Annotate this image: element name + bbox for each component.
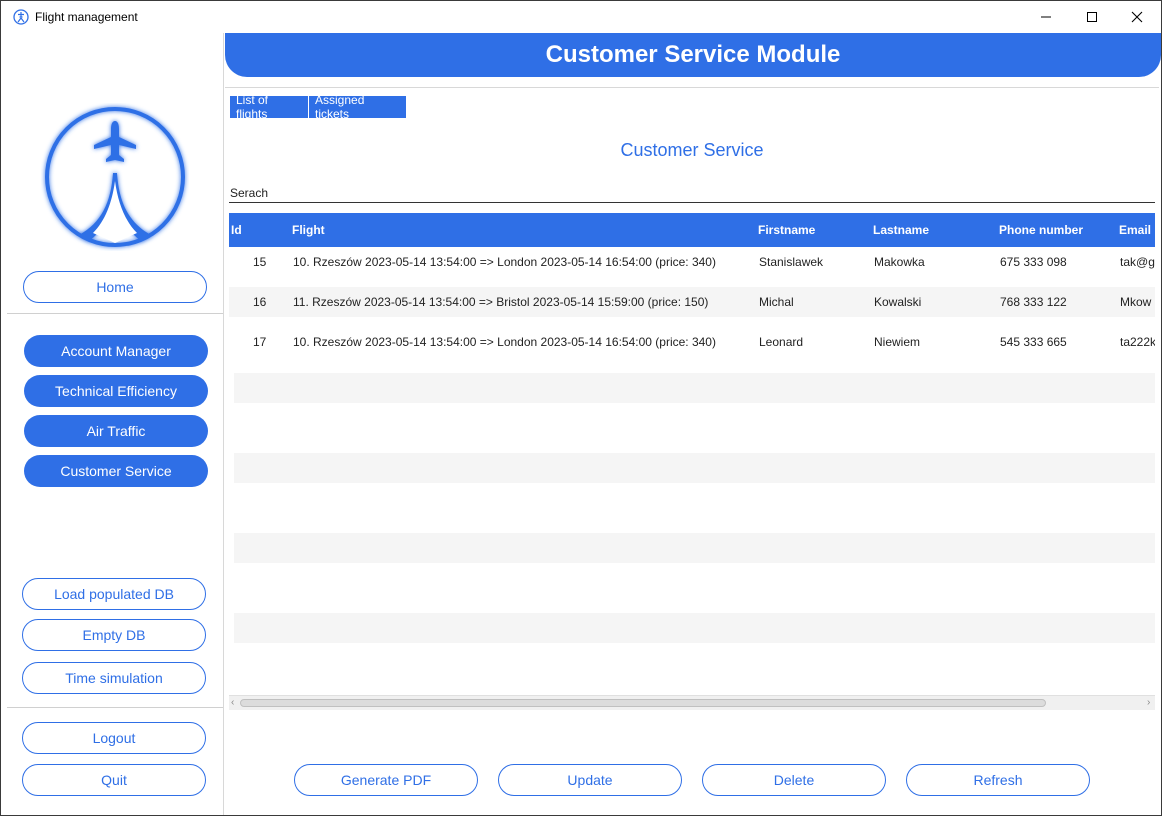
column-header-flight[interactable]: Flight [292, 223, 325, 237]
cell-phone: 545 333 665 [1000, 335, 1067, 349]
page-title: Customer Service Module [545, 41, 841, 68]
table-row[interactable]: 17 10. Rzeszów 2023-05-14 13:54:00 => Lo… [229, 327, 1155, 357]
empty-row-stripe [234, 373, 1155, 403]
search-underline [229, 202, 1155, 203]
cell-id: 17 [253, 335, 267, 349]
page-header: Customer Service Module [225, 33, 1161, 77]
tab-list-of-flights[interactable]: List of flights [230, 93, 308, 121]
update-button[interactable]: Update [498, 764, 682, 796]
scroll-right-icon[interactable]: › [1147, 696, 1150, 710]
cell-email: tak@g [1120, 255, 1155, 269]
cell-lastname: Niewiem [874, 335, 921, 349]
minimize-icon [1041, 16, 1051, 18]
sidebar: Home Account Manager Technical Efficienc… [1, 33, 224, 815]
refresh-button[interactable]: Refresh [906, 764, 1090, 796]
maximize-button[interactable] [1069, 1, 1115, 33]
table-header: Id Flight Firstname Lastname Phone numbe… [229, 213, 1155, 247]
column-header-phone[interactable]: Phone number [999, 223, 1083, 237]
quit-button[interactable]: Quit [22, 764, 206, 796]
cell-phone: 768 333 122 [1000, 295, 1067, 309]
home-button[interactable]: Home [23, 271, 207, 303]
table-body: 15 10. Rzeszów 2023-05-14 13:54:00 => Lo… [229, 247, 1155, 695]
technical-efficiency-button[interactable]: Technical Efficiency [24, 375, 208, 407]
sidebar-divider [7, 313, 223, 314]
app-window: Flight management Home Account Manager T… [0, 0, 1162, 816]
cell-firstname: Michal [759, 295, 794, 309]
cell-email: Mkow [1120, 295, 1152, 309]
window-title: Flight management [35, 10, 138, 24]
cell-lastname: Kowalski [874, 295, 922, 309]
column-header-firstname[interactable]: Firstname [758, 223, 815, 237]
close-button[interactable] [1114, 1, 1160, 33]
load-populated-db-button[interactable]: Load populated DB [22, 578, 206, 610]
cell-firstname: Leonard [759, 335, 804, 349]
cell-phone: 675 333 098 [1000, 255, 1067, 269]
cell-email: ta222k [1120, 335, 1155, 349]
generate-pdf-button[interactable]: Generate PDF [294, 764, 478, 796]
cell-flight: 10. Rzeszów 2023-05-14 13:54:00 => Londo… [293, 335, 716, 349]
scrollbar-thumb[interactable] [240, 699, 1046, 707]
empty-row-stripe [234, 453, 1155, 483]
cell-lastname: Makowka [874, 255, 925, 269]
maximize-icon [1087, 12, 1097, 22]
empty-row-stripe [234, 533, 1155, 563]
table-row[interactable]: 15 10. Rzeszów 2023-05-14 13:54:00 => Lo… [229, 247, 1155, 277]
sidebar-divider [7, 707, 223, 708]
horizontal-scrollbar[interactable]: ‹ › [229, 695, 1155, 710]
cell-flight: 11. Rzeszów 2023-05-14 13:54:00 => Brist… [293, 295, 709, 309]
account-manager-button[interactable]: Account Manager [24, 335, 208, 367]
cell-flight: 10. Rzeszów 2023-05-14 13:54:00 => Londo… [293, 255, 716, 269]
column-header-id[interactable]: Id [231, 223, 242, 237]
column-header-lastname[interactable]: Lastname [873, 223, 929, 237]
delete-button[interactable]: Delete [702, 764, 886, 796]
scroll-left-icon[interactable]: ‹ [231, 696, 234, 710]
minimize-button[interactable] [1023, 1, 1069, 33]
close-icon [1131, 11, 1143, 23]
cell-firstname: Stanislawek [759, 255, 824, 269]
air-traffic-button[interactable]: Air Traffic [24, 415, 208, 447]
tab-assigned-tickets[interactable]: Assigned tickets [309, 93, 406, 121]
empty-db-button[interactable]: Empty DB [22, 619, 206, 651]
logout-button[interactable]: Logout [22, 722, 206, 754]
title-bar: Flight management [1, 1, 1161, 33]
column-header-email[interactable]: Email [1119, 223, 1151, 237]
empty-row-stripe [234, 613, 1155, 643]
section-title: Customer Service [620, 140, 764, 160]
time-simulation-button[interactable]: Time simulation [22, 662, 206, 694]
cell-id: 15 [253, 255, 267, 269]
main-content: List of flights Assigned tickets Custome… [225, 87, 1159, 710]
search-input[interactable]: Serach [230, 186, 268, 200]
app-logo-icon [13, 9, 29, 25]
customer-service-button[interactable]: Customer Service [24, 455, 208, 487]
airplane-logo-icon [45, 107, 185, 247]
cell-id: 16 [253, 295, 267, 309]
table-row[interactable]: 16 11. Rzeszów 2023-05-14 13:54:00 => Br… [229, 287, 1155, 317]
